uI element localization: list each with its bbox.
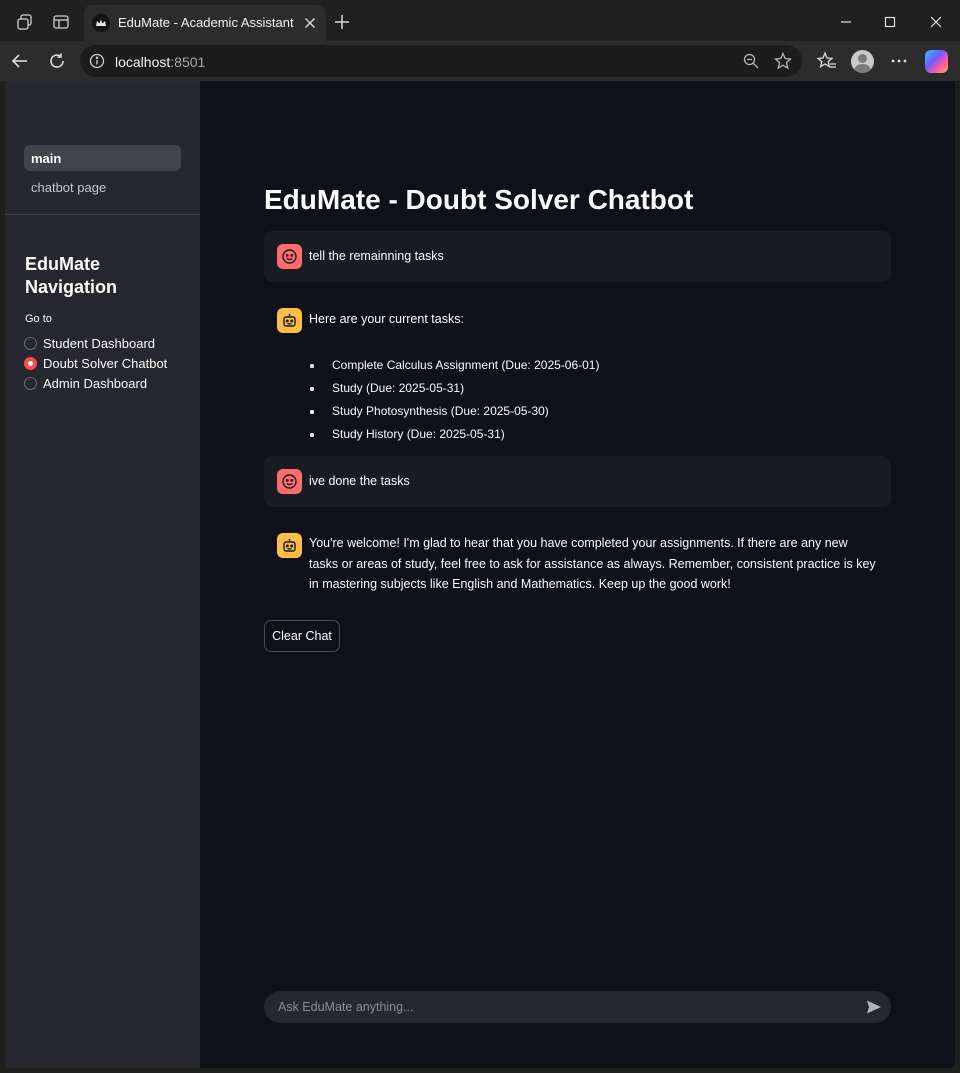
- chat-message-user: tell the remainning tasks: [264, 231, 891, 282]
- radio-option-student-dashboard[interactable]: Student Dashboard: [24, 336, 155, 351]
- chat-input-container[interactable]: [264, 991, 891, 1023]
- radio-option-admin-dashboard[interactable]: Admin Dashboard: [24, 376, 147, 391]
- tab-title: EduMate - Academic Assistant: [118, 15, 294, 30]
- sidebar-divider: [5, 214, 200, 215]
- robot-icon: [277, 308, 302, 333]
- radio-option-label: Student Dashboard: [43, 336, 156, 351]
- browser-tab[interactable]: EduMate - Academic Assistant: [84, 5, 326, 41]
- radio-option-label: Doubt Solver Chatbot: [43, 356, 168, 371]
- close-tab-icon[interactable]: [300, 13, 320, 33]
- user-face-icon: [277, 469, 302, 494]
- minimize-icon[interactable]: [834, 10, 858, 34]
- back-arrow-icon[interactable]: [9, 50, 31, 72]
- chat-message-user: ive done the tasks: [264, 456, 891, 507]
- task-list-item: Complete Calculus Assignment (Due: 2025-…: [309, 354, 599, 377]
- task-list-item: Study History (Due: 2025-05-31): [309, 423, 599, 446]
- chat-input[interactable]: [278, 991, 848, 1023]
- favorites-icon[interactable]: [816, 50, 838, 72]
- refresh-icon[interactable]: [46, 50, 68, 72]
- more-options-icon[interactable]: [888, 50, 910, 72]
- close-window-icon[interactable]: [924, 10, 948, 34]
- site-info-icon[interactable]: [89, 53, 105, 69]
- new-tab-icon[interactable]: [332, 12, 352, 32]
- favorite-star-icon[interactable]: [774, 52, 792, 70]
- page-title: EduMate - Doubt Solver Chatbot: [264, 184, 694, 215]
- message-text: You're welcome! I'm glad to hear that yo…: [309, 536, 876, 591]
- browser-toolbar: localhost:8501: [0, 41, 960, 81]
- browser-titlebar: EduMate - Academic Assistant: [0, 0, 960, 44]
- sidebar: main chatbot page EduMate Navigation Go …: [5, 81, 200, 1068]
- copilot-icon[interactable]: [925, 50, 948, 73]
- workspaces-icon[interactable]: [15, 12, 35, 32]
- radio-option-label: Admin Dashboard: [43, 376, 148, 391]
- clear-chat-button[interactable]: Clear Chat: [264, 620, 340, 652]
- message-text: ive done the tasks: [309, 474, 410, 488]
- streamlit-crown-icon: [92, 14, 110, 32]
- vertical-tabs-icon[interactable]: [51, 12, 71, 32]
- main-content: EduMate - Doubt Solver Chatbot tell the …: [200, 81, 955, 1068]
- profile-avatar-icon[interactable]: [851, 50, 874, 73]
- url-text[interactable]: localhost:8501: [115, 54, 205, 70]
- chat-message-assistant: Here are your current tasks: Complete Ca…: [264, 296, 891, 441]
- chat-message-assistant: You're welcome! I'm glad to hear that yo…: [264, 521, 891, 601]
- send-icon[interactable]: [866, 999, 882, 1015]
- user-face-icon: [277, 244, 302, 269]
- page-nav-main[interactable]: main: [24, 145, 181, 171]
- zoom-out-icon[interactable]: [742, 52, 760, 70]
- page-nav-chatbot[interactable]: chatbot page: [24, 174, 181, 200]
- app-container: main chatbot page EduMate Navigation Go …: [5, 81, 955, 1068]
- message-text: tell the remainning tasks: [309, 249, 444, 263]
- sidebar-title: EduMate Navigation: [25, 254, 118, 297]
- maximize-icon[interactable]: [878, 10, 902, 34]
- radio-checked-icon[interactable]: [24, 357, 37, 370]
- radio-unchecked-icon[interactable]: [24, 377, 37, 390]
- address-bar[interactable]: localhost:8501: [80, 45, 802, 77]
- task-list-item: Study (Due: 2025-05-31): [309, 377, 599, 400]
- message-text: Here are your current tasks:: [309, 312, 464, 326]
- robot-icon: [277, 533, 302, 558]
- task-list: Complete Calculus Assignment (Due: 2025-…: [309, 354, 599, 446]
- task-list-item: Study Photosynthesis (Due: 2025-05-30): [309, 400, 599, 423]
- radio-option-doubt-solver[interactable]: Doubt Solver Chatbot: [24, 356, 167, 371]
- radio-unchecked-icon[interactable]: [24, 337, 37, 350]
- radio-group-label: Go to: [25, 313, 52, 325]
